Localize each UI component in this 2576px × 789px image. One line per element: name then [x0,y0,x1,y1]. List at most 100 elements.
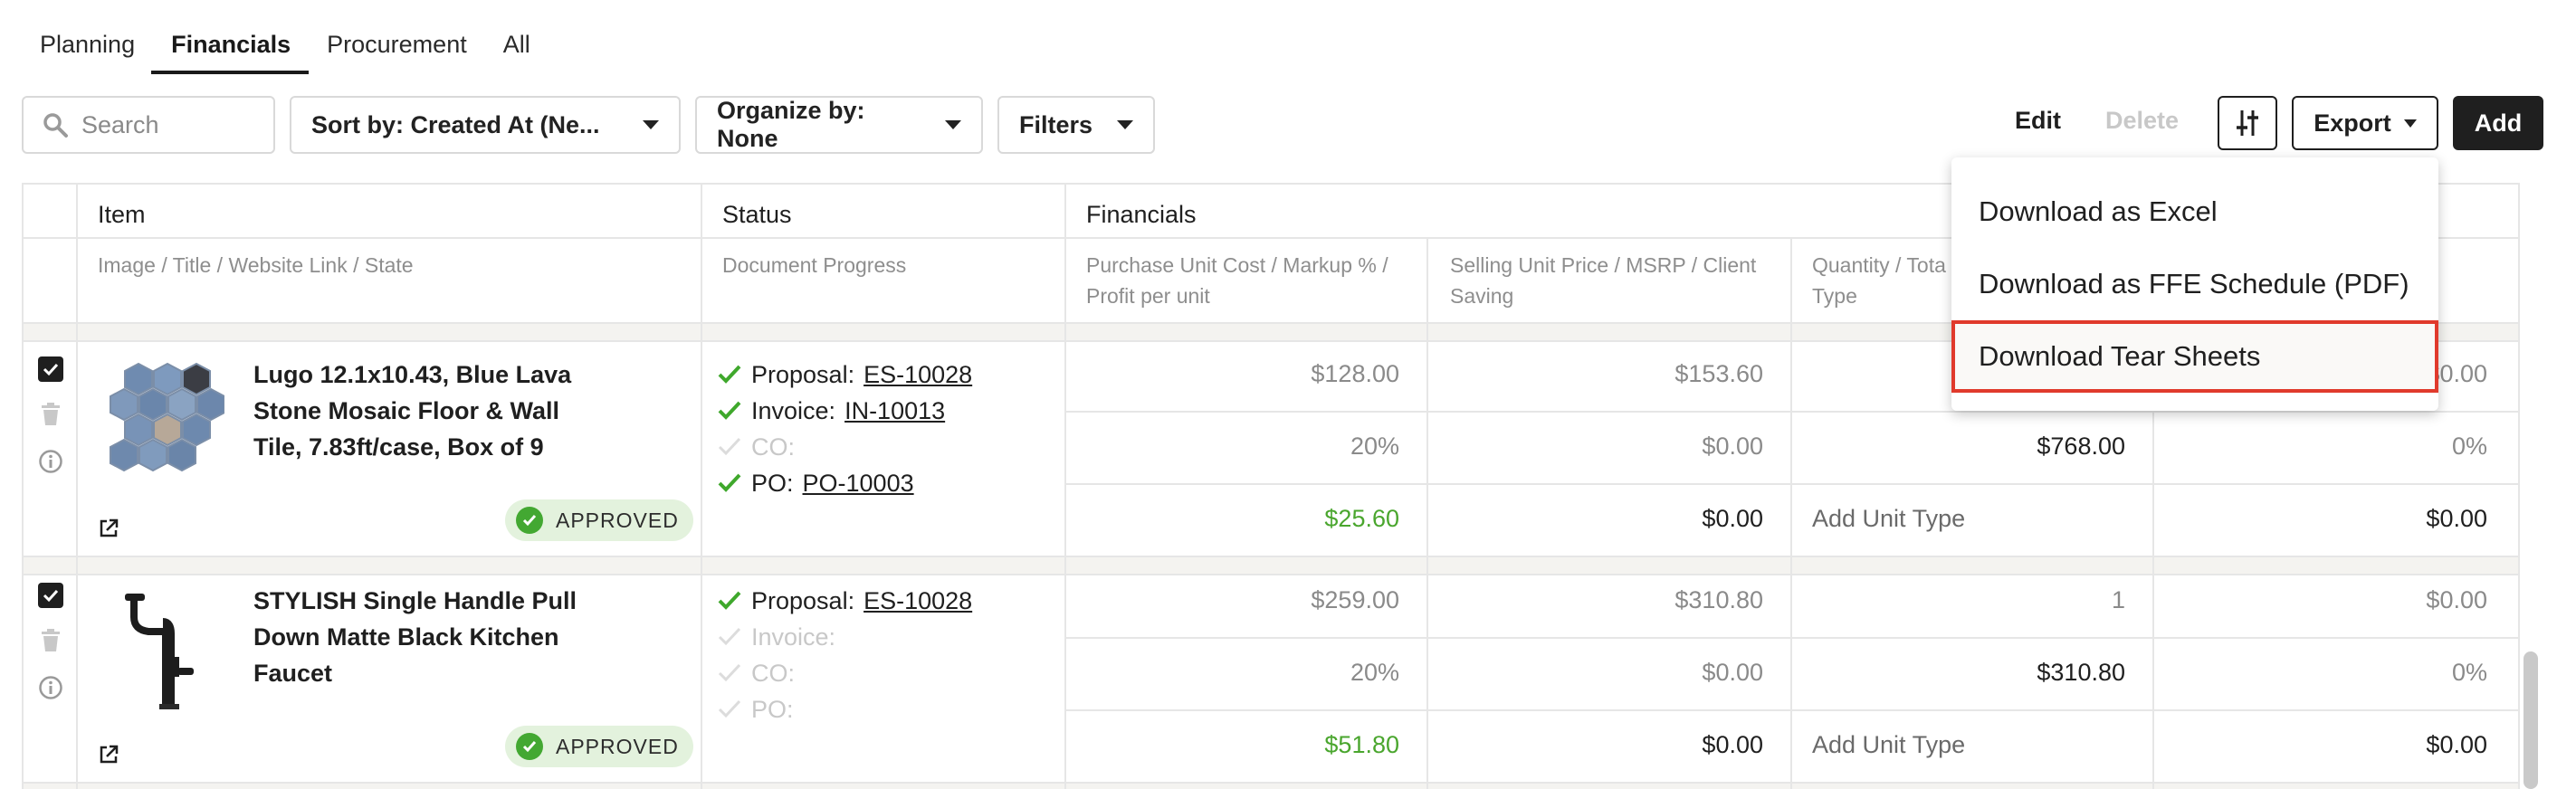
sort-dropdown[interactable]: Sort by: Created At (Ne... [290,96,681,154]
doc-proposal: Proposal: ES-10028 [717,583,972,619]
doc-link[interactable]: IN-10013 [844,393,945,429]
tab-financials[interactable]: Financials [151,22,310,74]
doc-invoice: Invoice: IN-10013 [717,393,945,429]
doc-link[interactable]: ES-10028 [863,356,972,393]
external-link-icon[interactable] [98,518,119,539]
doc-po: PO: [717,691,794,727]
check-icon [717,590,744,612]
value-cell: $0.00 [2426,731,2487,758]
add-unit-type[interactable]: Add Unit Type [1812,731,1965,759]
check-icon [717,699,744,720]
doc-label: Invoice: [751,623,836,651]
column-settings-button[interactable] [2218,96,2277,150]
row-gap [24,556,2518,574]
selling-price[interactable]: $310.80 [1446,586,1763,614]
doc-label: Proposal: [751,587,855,614]
total: $310.80 [2037,659,2125,686]
export-button[interactable]: Export [2292,96,2438,150]
selling-price[interactable]: $153.60 [1446,360,1763,388]
client-saving: $0.00 [1702,505,1763,532]
msrp[interactable]: $0.00 [1446,433,1763,461]
total: $768.00 [2037,433,2125,460]
column-header-status: Status [722,201,792,228]
profit: $51.80 [1324,731,1399,758]
doc-invoice: Invoice: [717,619,835,655]
add-button[interactable]: Add [2453,96,2543,150]
doc-po: PO: PO-10003 [717,465,914,501]
msrp[interactable]: $0.00 [1446,659,1763,687]
sort-label: Sort by: Created At (Ne... [311,110,600,138]
chevron-down-icon [1117,120,1133,129]
trash-icon[interactable] [40,402,62,427]
sliders-icon [2237,110,2258,136]
search-input[interactable] [81,110,262,139]
status-badge: APPROVED [505,726,693,767]
export-label: Export [2314,109,2391,137]
item-title[interactable]: Lugo 12.1x10.43, Blue Lava Stone Mosaic … [253,356,597,465]
check-icon [717,364,744,385]
check-circle-icon [516,507,543,534]
client-saving: $0.00 [1702,731,1763,758]
chevron-down-icon [2403,119,2417,128]
check-icon [717,626,744,648]
item-thumbnail [110,362,224,472]
check-icon [717,436,744,458]
check-icon [717,400,744,422]
markup[interactable]: 20% [1083,433,1399,461]
doc-label: CO: [751,433,796,461]
value-cell: $0.00 [2426,505,2487,532]
external-link-icon[interactable] [98,744,119,765]
row-checkbox[interactable] [38,583,63,608]
doc-co: CO: [717,655,795,691]
chevron-down-icon [945,120,961,129]
info-icon[interactable] [38,449,63,474]
edit-button[interactable]: Edit [2015,107,2061,135]
menu-item-download-excel[interactable]: Download as Excel [1951,176,2438,248]
doc-link[interactable]: PO-10003 [803,465,914,501]
check-icon [717,662,744,684]
purchase-cost[interactable]: $128.00 [1083,360,1399,388]
checkmark-icon [43,589,59,603]
profit: $25.60 [1324,505,1399,532]
info-icon[interactable] [38,675,63,700]
add-unit-type[interactable]: Add Unit Type [1812,505,1965,533]
filters-dropdown[interactable]: Filters [997,96,1155,154]
status-badge-label: APPROVED [556,734,679,758]
row-checkbox[interactable] [38,356,63,382]
export-menu: Download as Excel Download as FFE Schedu… [1951,157,2438,411]
search-box[interactable] [22,96,275,154]
check-icon [717,472,744,494]
filters-label: Filters [1019,110,1093,138]
markup[interactable]: 20% [1083,659,1399,687]
delete-button[interactable]: Delete [2105,107,2179,135]
status-badge-label: APPROVED [556,508,679,532]
item-thumbnail [125,594,194,709]
checkmark-icon [43,363,59,376]
tab-all[interactable]: All [503,22,530,74]
item-title[interactable]: STYLISH Single Handle Pull Down Matte Bl… [253,583,597,691]
table-scrollbar[interactable] [2524,651,2538,789]
search-icon [43,113,68,138]
doc-link[interactable]: ES-10028 [863,583,972,619]
doc-co: CO: [717,429,795,465]
value-cell[interactable]: 0% [2171,659,2487,687]
doc-label: CO: [751,660,796,687]
view-tabs: Planning Financials Procurement All [40,22,567,74]
status-badge: APPROVED [505,499,693,541]
value-cell[interactable]: $0.00 [2171,586,2487,614]
subheader-purchase: Purchase Unit Cost / Markup % / Profit p… [1086,253,1388,308]
chevron-down-icon [643,120,659,129]
tab-procurement[interactable]: Procurement [327,22,467,74]
tab-planning[interactable]: Planning [40,22,135,74]
menu-item-download-tear-sheets[interactable]: Download Tear Sheets [1951,320,2438,393]
trash-icon[interactable] [40,628,62,653]
organize-dropdown[interactable]: Organize by: None [695,96,983,154]
doc-label: PO: [751,696,794,723]
column-header-financials: Financials [1086,201,1197,228]
quantity[interactable]: 1 [1808,586,2125,614]
purchase-cost[interactable]: $259.00 [1083,586,1399,614]
value-cell[interactable]: 0% [2171,433,2487,461]
menu-item-download-ffe-schedule[interactable]: Download as FFE Schedule (PDF) [1951,248,2438,320]
doc-label: PO: [751,470,794,497]
check-circle-icon [516,733,543,760]
